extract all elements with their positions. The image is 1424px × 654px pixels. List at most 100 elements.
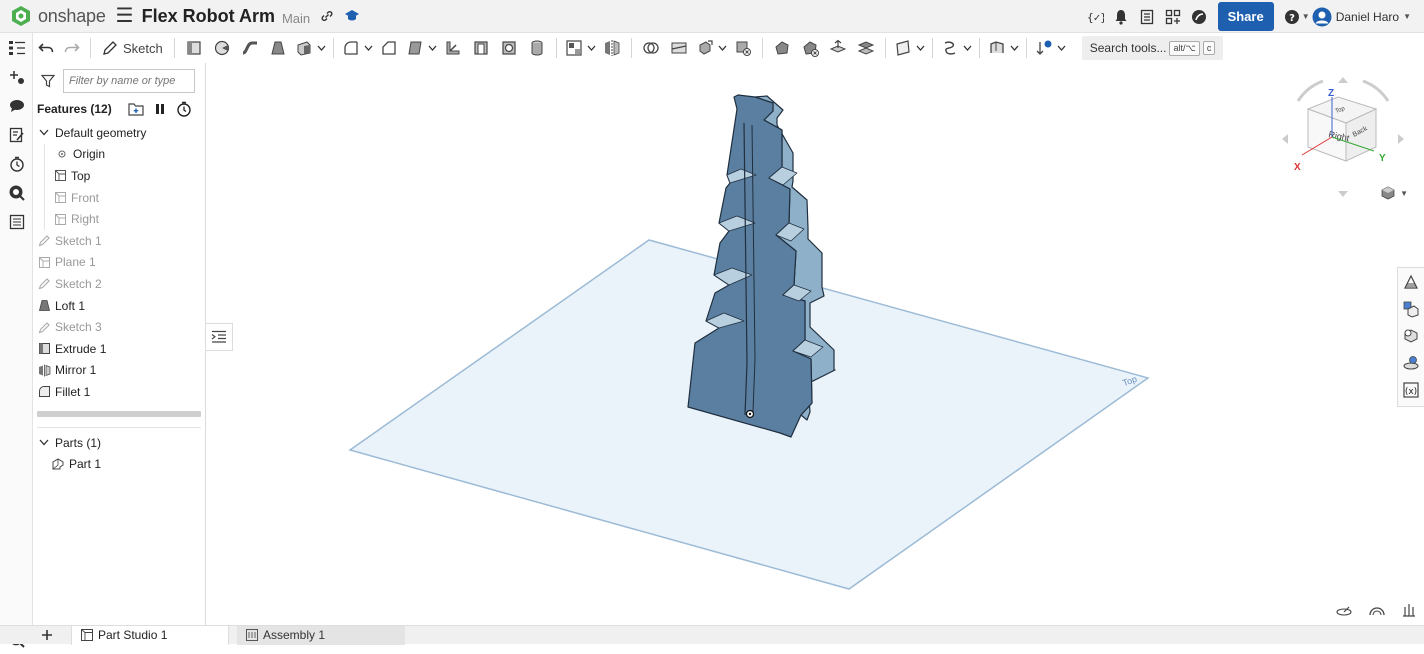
delete-part-icon[interactable]: [729, 36, 757, 60]
tree-item-loft-1[interactable]: Loft 1: [33, 295, 205, 317]
loft-icon[interactable]: [264, 36, 292, 60]
help-icon[interactable]: ? ▼: [1282, 4, 1312, 30]
render-studio-icon[interactable]: [1398, 349, 1424, 376]
tree-item-part-1[interactable]: Part 1: [33, 453, 205, 475]
tree-item-sketch-2[interactable]: Sketch 2: [33, 273, 205, 295]
tab-assembly-1[interactable]: Assembly 1: [237, 625, 405, 645]
split-icon[interactable]: [665, 36, 693, 60]
parts-group[interactable]: Parts (1): [33, 432, 205, 454]
rollback-bar[interactable]: [37, 410, 201, 417]
tree-item-plane-1[interactable]: Plane 1: [33, 252, 205, 274]
chamfer-icon[interactable]: [375, 36, 403, 60]
share-button[interactable]: Share: [1217, 2, 1274, 31]
rotate-arc-icon[interactable]: [1296, 79, 1324, 102]
custom-feature-icon[interactable]: [1032, 36, 1056, 60]
chevron-down-icon[interactable]: [316, 36, 328, 60]
move-face-icon[interactable]: [824, 36, 852, 60]
variables-table-icon[interactable]: (x): [1398, 376, 1424, 403]
chevron-down-icon[interactable]: [717, 36, 729, 60]
fillet-icon[interactable]: [339, 36, 363, 60]
tree-item-fillet-1[interactable]: Fillet 1: [33, 381, 205, 403]
orbit-left-icon[interactable]: [1282, 134, 1288, 144]
chevron-down-icon[interactable]: [915, 36, 927, 60]
tab-part-studio-1[interactable]: Part Studio 1: [71, 625, 229, 645]
feature-list-icon[interactable]: [0, 33, 33, 62]
orbit-down-icon[interactable]: [1338, 191, 1348, 197]
view-cube[interactable]: Right Back Top Z X Y ▼: [1278, 71, 1408, 211]
mate-connector-icon[interactable]: [1336, 603, 1352, 617]
tree-item-top[interactable]: Top: [45, 165, 205, 187]
comments-icon[interactable]: [0, 91, 33, 120]
tree-item-sketch-1[interactable]: Sketch 1: [33, 230, 205, 252]
sketch-button[interactable]: Sketch: [96, 36, 169, 60]
hole-icon[interactable]: [495, 36, 523, 60]
chevron-down-icon[interactable]: [586, 36, 598, 60]
filter-input[interactable]: [63, 69, 195, 93]
variable-studio-icon[interactable]: {✓}: [1082, 4, 1108, 30]
filter-icon[interactable]: [41, 74, 55, 88]
chevron-down-icon[interactable]: [363, 36, 375, 60]
chevron-down-icon[interactable]: [1009, 36, 1021, 60]
sweep-icon[interactable]: [236, 36, 264, 60]
mirror-icon[interactable]: [598, 36, 626, 60]
revolve-icon[interactable]: [208, 36, 236, 60]
chevron-down-icon[interactable]: [962, 36, 974, 60]
app-store-icon[interactable]: [1160, 4, 1186, 30]
sheet-metal-icon[interactable]: [985, 36, 1009, 60]
timer-icon[interactable]: [176, 101, 192, 117]
appearance-panel-icon[interactable]: [1398, 268, 1424, 295]
boolean-icon[interactable]: [637, 36, 665, 60]
helix-icon[interactable]: [938, 36, 962, 60]
insert-icon[interactable]: [0, 62, 33, 91]
view-options-button[interactable]: ▼: [1380, 185, 1408, 201]
chevron-down-icon[interactable]: [37, 126, 51, 140]
graphics-viewport[interactable]: Top Right Back Top Z X Y ▼: [207, 63, 1424, 625]
pattern-icon[interactable]: [562, 36, 586, 60]
main-menu-icon[interactable]: ☰: [116, 6, 134, 26]
orbit-up-icon[interactable]: [1338, 77, 1348, 83]
search-tools-button[interactable]: Search tools... alt/⌥ c: [1081, 36, 1224, 60]
learning-icon[interactable]: [1186, 4, 1212, 30]
undo-icon[interactable]: [33, 36, 59, 60]
link-icon[interactable]: [320, 9, 334, 23]
add-folder-icon[interactable]: [128, 102, 144, 116]
measure-icon[interactable]: [0, 178, 33, 207]
edit-notes-icon[interactable]: [0, 120, 33, 149]
extrude-icon[interactable]: [180, 36, 208, 60]
rotate-arc-icon[interactable]: [1362, 79, 1390, 102]
replace-face-icon[interactable]: [852, 36, 880, 60]
tree-item-origin[interactable]: Origin: [45, 144, 205, 166]
thicken-icon[interactable]: [292, 36, 316, 60]
chevron-down-icon[interactable]: [427, 36, 439, 60]
modify-fillet-icon[interactable]: [768, 36, 796, 60]
transform-icon[interactable]: [693, 36, 717, 60]
rib-icon[interactable]: [439, 36, 467, 60]
delete-face-icon[interactable]: [796, 36, 824, 60]
plane-tool-icon[interactable]: [891, 36, 915, 60]
pause-icon[interactable]: [154, 102, 166, 116]
document-title[interactable]: Flex Robot Arm: [142, 6, 275, 27]
section-view-icon[interactable]: [1368, 603, 1386, 617]
tree-item-front[interactable]: Front: [45, 187, 205, 209]
tree-item-sketch-3[interactable]: Sketch 3: [33, 316, 205, 338]
parts-list-icon[interactable]: [0, 207, 33, 236]
branch-label[interactable]: Main: [282, 11, 310, 26]
tree-item-mirror-1[interactable]: Mirror 1: [33, 360, 205, 382]
bell-icon[interactable]: [1108, 4, 1134, 30]
configurations-icon[interactable]: [1398, 295, 1424, 322]
default-geometry-group[interactable]: Default geometry: [33, 122, 205, 144]
education-cap-icon[interactable]: [344, 9, 360, 23]
tree-item-right[interactable]: Right: [45, 208, 205, 230]
notes-icon[interactable]: [1134, 4, 1160, 30]
onshape-logo[interactable]: onshape: [10, 5, 106, 27]
history-icon[interactable]: [0, 149, 33, 178]
user-menu[interactable]: Daniel Haro ▼: [1312, 7, 1411, 27]
draft-icon[interactable]: [403, 36, 427, 60]
cylinder-icon[interactable]: [523, 36, 551, 60]
add-tab-button[interactable]: [33, 626, 61, 645]
redo-icon[interactable]: [59, 36, 85, 60]
tree-item-extrude-1[interactable]: Extrude 1: [33, 338, 205, 360]
orbit-right-icon[interactable]: [1398, 134, 1404, 144]
chevron-down-icon[interactable]: [37, 436, 51, 450]
shell-icon[interactable]: [467, 36, 495, 60]
